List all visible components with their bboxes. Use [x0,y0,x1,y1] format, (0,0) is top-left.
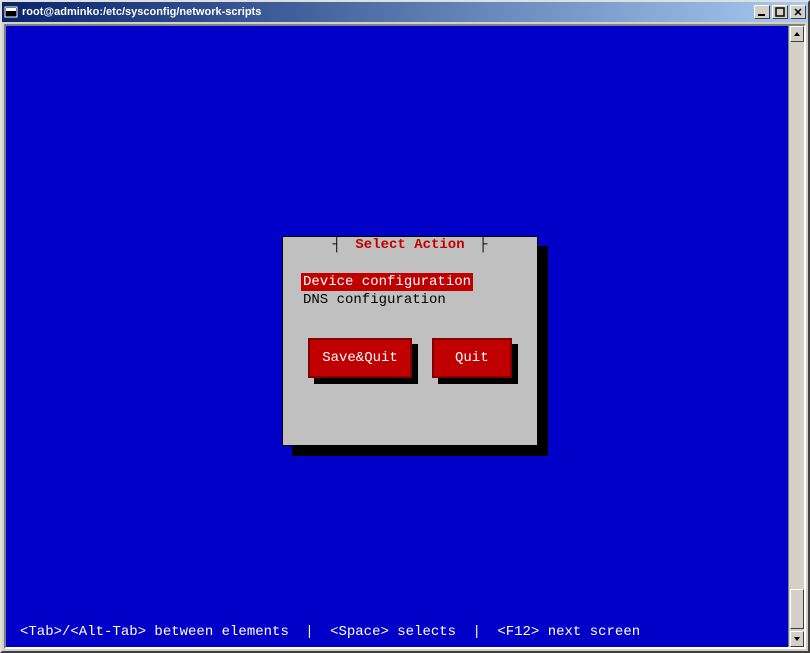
dialog-title: Select Action [349,237,470,253]
action-list: Device configuration DNS configuration [301,273,519,309]
quit-button[interactable]: Quit [432,338,512,378]
terminal-area: ┤ Select Action ├ Device configuration D… [4,24,806,649]
dialog-box: ┤ Select Action ├ Device configuration D… [282,236,538,446]
hint-f12: <F12> next screen [497,624,640,640]
maximize-button[interactable] [772,5,788,19]
minimize-button[interactable] [754,5,770,19]
titlebar[interactable]: root@adminko:/etc/sysconfig/network-scri… [2,2,808,22]
scroll-thumb[interactable] [790,589,804,629]
close-button[interactable] [790,5,806,19]
scroll-up-button[interactable] [790,26,804,42]
scroll-down-button[interactable] [790,631,804,647]
dialog: ┤ Select Action ├ Device configuration D… [282,236,538,446]
scrollbar[interactable] [788,26,804,647]
save-quit-button[interactable]: Save&Quit [308,338,412,378]
window-controls [752,5,806,19]
app-icon [4,5,18,19]
window-frame: root@adminko:/etc/sysconfig/network-scri… [0,0,810,653]
dialog-title-wrap: ┤ Select Action ├ [283,236,537,254]
window-title: root@adminko:/etc/sysconfig/network-scri… [22,6,752,18]
menu-item-device-configuration[interactable]: Device configuration [301,273,473,291]
hint-space: <Space> selects [330,624,456,640]
menu-item-dns-configuration[interactable]: DNS configuration [301,291,448,309]
hint-tab: <Tab>/<Alt-Tab> between elements [20,624,289,640]
help-footer: <Tab>/<Alt-Tab> between elements | <Spac… [20,623,784,641]
